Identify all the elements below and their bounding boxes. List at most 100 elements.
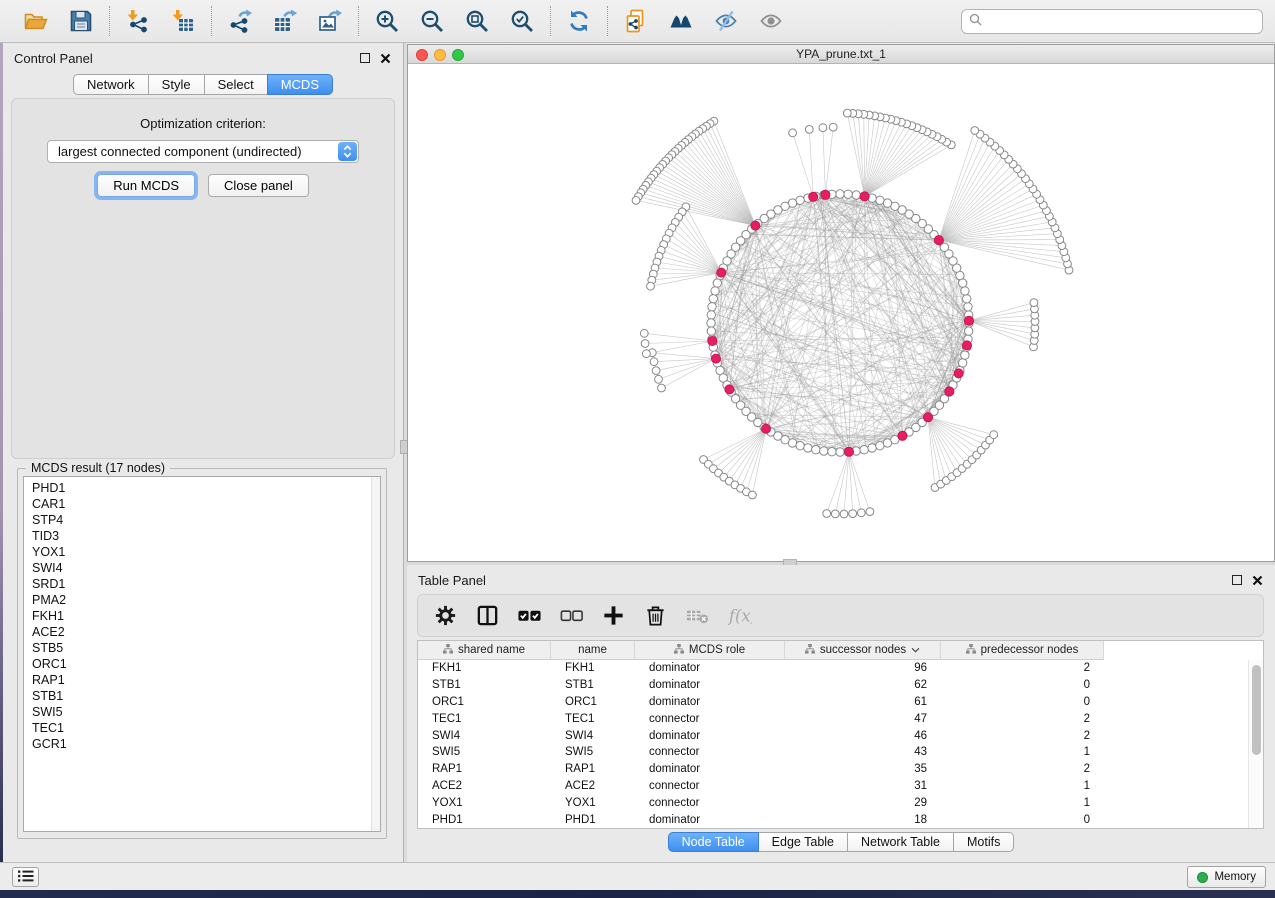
mcds-result-item[interactable]: STB1: [32, 688, 380, 704]
close-panel-button[interactable]: Close panel: [208, 174, 309, 197]
network-graph[interactable]: [408, 64, 1274, 561]
mcds-result-item[interactable]: SWI5: [32, 704, 380, 720]
select-all-icon[interactable]: [517, 603, 542, 628]
table-tab-motifs[interactable]: Motifs: [953, 832, 1014, 852]
mcds-result-item[interactable]: PMA2: [32, 592, 380, 608]
column-header-predecessor-nodes[interactable]: predecessor nodes: [941, 641, 1104, 660]
close-window-icon[interactable]: [416, 49, 428, 61]
gear-icon[interactable]: [433, 603, 458, 628]
column-header-MCDS-role[interactable]: MCDS role: [635, 641, 785, 660]
mcds-result-item[interactable]: STP4: [32, 512, 380, 528]
refresh-icon[interactable]: [564, 6, 594, 36]
tab-select[interactable]: Select: [204, 74, 268, 95]
svg-text:f(x): f(x): [728, 606, 752, 625]
memory-button[interactable]: Memory: [1187, 866, 1266, 888]
table-row[interactable]: PHD1PHD1dominator180: [418, 811, 1248, 828]
cell-name: ORC1: [551, 696, 635, 708]
mcds-result-item[interactable]: GCR1: [32, 736, 380, 752]
tab-network[interactable]: Network: [73, 74, 149, 95]
network-window-titlebar[interactable]: YPA_prune.txt_1: [408, 45, 1274, 64]
minimize-window-icon[interactable]: [434, 49, 446, 61]
mcds-result-item[interactable]: SRD1: [32, 576, 380, 592]
table-tab-edge-table[interactable]: Edge Table: [758, 832, 848, 852]
memory-status-dot: [1197, 872, 1208, 883]
zoom-in-icon[interactable]: [372, 6, 402, 36]
mcds-result-item[interactable]: FKH1: [32, 608, 380, 624]
zoom-fit-icon[interactable]: [462, 6, 492, 36]
close-table-panel-icon[interactable]: [1252, 575, 1263, 586]
open-folder-icon[interactable]: [21, 6, 51, 36]
cell-predecessor-nodes: 1: [941, 746, 1104, 758]
column-header-shared-name[interactable]: shared name: [418, 641, 551, 660]
mcds-list-scrollbar[interactable]: [371, 477, 380, 831]
table-scrollbar-thumb[interactable]: [1252, 665, 1261, 755]
import-table-icon[interactable]: [168, 6, 198, 36]
binoculars-icon[interactable]: [666, 6, 696, 36]
table-row[interactable]: ORC1ORC1dominator610: [418, 694, 1248, 711]
export-network-icon[interactable]: [225, 6, 255, 36]
zoom-selected-icon[interactable]: [507, 6, 537, 36]
column-label: successor nodes: [820, 644, 906, 656]
mcds-result-item[interactable]: SWI4: [32, 560, 380, 576]
eye-slash-icon[interactable]: [711, 6, 741, 36]
task-history-button[interactable]: [12, 867, 39, 887]
cell-predecessor-nodes: 0: [941, 696, 1104, 708]
trash-icon[interactable]: [643, 603, 668, 628]
import-network-icon[interactable]: [123, 6, 153, 36]
mcds-result-item[interactable]: STB5: [32, 640, 380, 656]
column-header-successor-nodes[interactable]: successor nodes: [785, 641, 941, 660]
table-row[interactable]: SWI5SWI5connector431: [418, 744, 1248, 761]
search-input[interactable]: [986, 14, 1255, 29]
mcds-result-list[interactable]: PHD1CAR1STP4TID3YOX1SWI4SRD1PMA2FKH1ACE2…: [23, 476, 381, 832]
cell-predecessor-nodes: 2: [941, 662, 1104, 674]
maximize-window-icon[interactable]: [452, 49, 464, 61]
export-table-icon[interactable]: [270, 6, 300, 36]
columns-icon[interactable]: [475, 603, 500, 628]
share-document-icon[interactable]: [621, 6, 651, 36]
table-tab-node-table[interactable]: Node Table: [668, 832, 759, 852]
mcds-result-item[interactable]: ACE2: [32, 624, 380, 640]
cell-MCDS-role: dominator: [635, 679, 785, 691]
cell-shared-name: TEC1: [418, 713, 551, 725]
eye-icon[interactable]: [756, 6, 786, 36]
cell-shared-name: SWI4: [418, 730, 551, 742]
table-row[interactable]: TEC1TEC1connector472: [418, 710, 1248, 727]
float-table-panel-icon[interactable]: [1232, 575, 1242, 585]
table-row[interactable]: FKH1FKH1dominator962: [418, 660, 1248, 677]
mcds-result-item[interactable]: RAP1: [32, 672, 380, 688]
cell-predecessor-nodes: 2: [941, 730, 1104, 742]
table-row[interactable]: SWI4SWI4dominator462: [418, 727, 1248, 744]
tab-style[interactable]: Style: [148, 74, 205, 95]
optimization-criterion-select[interactable]: largest connected component (undirected): [47, 140, 359, 163]
mcds-result-item[interactable]: TID3: [32, 528, 380, 544]
add-icon[interactable]: [601, 603, 626, 628]
float-panel-icon[interactable]: [360, 53, 370, 63]
table-row[interactable]: ACE2ACE2connector311: [418, 778, 1248, 795]
table-row[interactable]: YOX1YOX1connector291: [418, 794, 1248, 811]
mcds-result-item[interactable]: ORC1: [32, 656, 380, 672]
table-tab-network-table[interactable]: Network Table: [847, 832, 954, 852]
column-type-icon: [674, 644, 684, 657]
table-row[interactable]: RAP1RAP1dominator352: [418, 761, 1248, 778]
cell-name: FKH1: [551, 662, 635, 674]
mcds-result-item[interactable]: CAR1: [32, 496, 380, 512]
network-canvas[interactable]: [408, 64, 1274, 561]
table-toolbar: f(x): [417, 594, 1264, 637]
zoom-out-icon[interactable]: [417, 6, 447, 36]
close-panel-icon[interactable]: [380, 53, 391, 64]
deselect-all-icon[interactable]: [559, 603, 584, 628]
search-box[interactable]: [961, 9, 1263, 34]
mcds-result-item[interactable]: YOX1: [32, 544, 380, 560]
search-icon: [969, 13, 982, 29]
table-row[interactable]: STB1STB1dominator620: [418, 677, 1248, 694]
table-scrollbar[interactable]: [1248, 660, 1263, 828]
run-mcds-button[interactable]: Run MCDS: [97, 174, 195, 197]
cell-MCDS-role: connector: [635, 746, 785, 758]
save-session-icon[interactable]: [66, 6, 96, 36]
tab-mcds[interactable]: MCDS: [267, 74, 333, 95]
column-header-name[interactable]: name: [551, 641, 635, 660]
mcds-result-item[interactable]: PHD1: [32, 480, 380, 496]
export-image-icon[interactable]: [315, 6, 345, 36]
column-type-icon: [966, 644, 976, 657]
mcds-result-item[interactable]: TEC1: [32, 720, 380, 736]
